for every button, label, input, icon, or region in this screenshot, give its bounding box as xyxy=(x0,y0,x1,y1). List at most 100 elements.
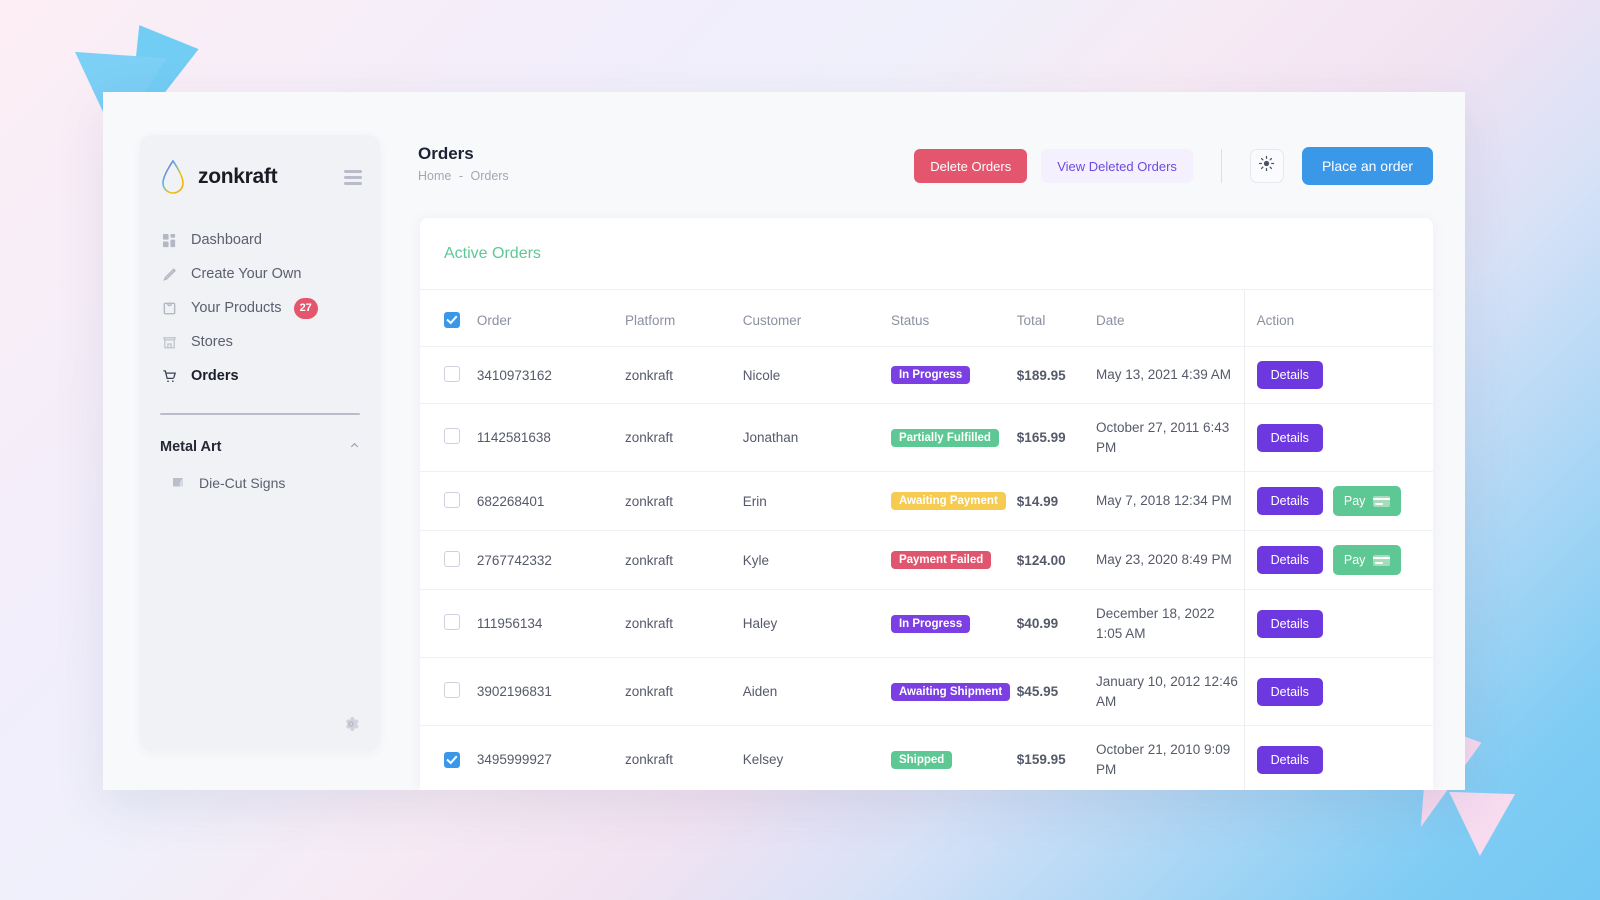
row-select-cell xyxy=(420,590,477,658)
details-button[interactable]: Details xyxy=(1256,361,1323,389)
pay-button-label: Pay xyxy=(1343,494,1366,509)
title-block: Orders Home - Orders xyxy=(418,142,509,183)
details-button[interactable]: Details xyxy=(1256,546,1323,575)
orders-table-body: 3410973162 zonkraft Nicole In Progress $189.… xyxy=(420,346,1433,790)
cell-date: December 18, 2022 1:05 AM xyxy=(1095,606,1215,641)
cell-customer: Kelsey xyxy=(742,752,784,768)
cell-order: 1142581638 xyxy=(476,430,551,446)
sidebar-item-your-products[interactable]: Your Products 27 xyxy=(140,291,380,325)
table-row[interactable]: 3410973162 zonkraft Nicole In Progress $189.… xyxy=(420,346,1433,404)
status-badge: Partially Fulfilled xyxy=(890,428,999,447)
cell-date: January 10, 2012 12:46 AM xyxy=(1095,674,1238,709)
row-checkbox[interactable] xyxy=(444,614,460,631)
sidebar-item-label: Your Products xyxy=(191,300,282,316)
cell-customer: Jonathan xyxy=(742,430,799,446)
row-select-cell xyxy=(420,531,477,590)
sidebar-item-label: Orders xyxy=(191,368,239,384)
cell-status: Awaiting Payment xyxy=(890,472,1017,531)
column-header-total[interactable]: Total xyxy=(1017,290,1096,347)
orders-table: Order Platform Customer Status Total Dat… xyxy=(420,290,1433,790)
details-button[interactable]: Details xyxy=(1256,609,1323,638)
cell-status: Awaiting Shipment xyxy=(890,658,1017,726)
credit-card-icon xyxy=(1373,554,1391,566)
details-button[interactable]: Details xyxy=(1256,677,1323,706)
cell-date: October 27, 2011 6:43 PM xyxy=(1095,420,1230,455)
pay-button[interactable]: Pay xyxy=(1332,545,1402,576)
cell-action: Details xyxy=(1243,589,1433,658)
select-all-checkbox[interactable] xyxy=(444,312,460,328)
view-deleted-orders-button[interactable]: View Deleted Orders xyxy=(1041,149,1193,183)
credit-card-icon xyxy=(1373,495,1391,507)
pay-button[interactable]: Pay xyxy=(1332,486,1402,517)
details-button[interactable]: Details xyxy=(1256,423,1323,452)
place-an-order-button[interactable]: Place an order xyxy=(1301,147,1433,185)
status-badge: In Progress xyxy=(890,614,971,633)
cell-platform: zonkraft xyxy=(625,616,674,632)
sidebar: zonkraft Dashboard Create Your Own Your … xyxy=(140,135,380,751)
breadcrumb-current: Orders xyxy=(470,169,509,183)
column-header-platform[interactable]: Platform xyxy=(625,290,743,347)
sidebar-group-metal-art[interactable]: Metal Art xyxy=(140,427,380,467)
row-checkbox[interactable] xyxy=(444,550,460,567)
status-badge: In Progress xyxy=(890,366,971,384)
decorative-triangle-pink-2 xyxy=(1446,791,1516,858)
row-select-cell xyxy=(420,404,477,472)
brand-header: zonkraft xyxy=(140,135,380,197)
table-row[interactable]: 3495999927 zonkraft Kelsey Shipped $159.95 Oc… xyxy=(420,725,1433,790)
grid-icon xyxy=(160,231,178,249)
cell-date: May 7, 2018 12:34 PM xyxy=(1095,493,1232,509)
shirt-icon xyxy=(160,299,178,317)
cell-total: $40.99 xyxy=(1016,616,1059,632)
column-header-customer[interactable]: Customer xyxy=(743,290,891,347)
table-row[interactable]: 682268401 zonkraft Erin Awaiting Payment $14… xyxy=(420,471,1433,531)
cell-total: $189.95 xyxy=(1016,367,1066,383)
cell-customer: Kyle xyxy=(742,552,770,568)
status-badge: Payment Failed xyxy=(890,551,992,570)
column-header-date[interactable]: Date xyxy=(1096,290,1244,347)
row-checkbox[interactable] xyxy=(444,751,460,768)
breadcrumb: Home - Orders xyxy=(418,169,509,183)
table-row[interactable]: 2767742332 zonkraft Kyle Payment Failed $124… xyxy=(420,530,1433,590)
cell-order: 2767742332 xyxy=(476,552,552,568)
breadcrumb-home[interactable]: Home xyxy=(418,169,451,183)
page-title: Orders xyxy=(418,144,474,163)
row-checkbox[interactable] xyxy=(444,682,460,699)
hamburger-icon[interactable] xyxy=(344,169,362,185)
column-header-status[interactable]: Status xyxy=(891,290,1017,347)
gear-icon[interactable] xyxy=(342,715,360,733)
cell-platform: zonkraft xyxy=(625,367,674,383)
theme-toggle-button[interactable] xyxy=(1249,149,1284,183)
sidebar-subitem-label: Die-Cut Signs xyxy=(199,475,286,491)
store-icon xyxy=(160,333,178,351)
table-row[interactable]: 1142581638 zonkraft Jonathan Partially Fulf… xyxy=(420,403,1433,472)
column-header-order[interactable]: Order xyxy=(477,290,625,347)
card-title: Active Orders xyxy=(444,245,541,262)
cell-platform: zonkraft xyxy=(625,493,674,509)
table-row[interactable]: 3902196831 zonkraft Aiden Awaiting Shipment… xyxy=(420,657,1433,726)
sidebar-item-create-your-own[interactable]: Create Your Own xyxy=(140,257,380,291)
sidebar-item-dashboard[interactable]: Dashboard xyxy=(140,223,380,257)
sidebar-item-stores[interactable]: Stores xyxy=(140,325,380,359)
status-badge: Shipped xyxy=(890,750,953,769)
breadcrumb-separator: - xyxy=(458,169,463,183)
cell-action: Details xyxy=(1243,346,1433,404)
chevron-up-icon[interactable] xyxy=(349,440,360,454)
cell-action: Details xyxy=(1243,725,1433,790)
cell-platform: zonkraft xyxy=(625,430,674,446)
orders-card: Active Orders Order Platform Customer St… xyxy=(420,218,1433,790)
cell-date: October 21, 2010 9:09 PM xyxy=(1095,742,1231,777)
row-checkbox[interactable] xyxy=(444,428,460,445)
cell-order: 682268401 xyxy=(476,493,545,509)
row-checkbox[interactable] xyxy=(444,365,460,382)
cell-order: 3902196831 xyxy=(476,684,552,700)
row-checkbox[interactable] xyxy=(444,491,460,508)
delete-orders-button[interactable]: Delete Orders xyxy=(914,149,1028,183)
cell-status: Payment Failed xyxy=(890,531,1017,590)
details-button[interactable]: Details xyxy=(1256,745,1323,774)
app-window: zonkraft Dashboard Create Your Own Your … xyxy=(103,92,1465,790)
table-row[interactable]: 111956134 zonkraft Haley In Progress $40.99 D… xyxy=(420,589,1433,658)
row-select-cell xyxy=(420,347,477,404)
sidebar-item-orders[interactable]: Orders xyxy=(140,359,380,393)
sidebar-subitem-die-cut-signs[interactable]: Die-Cut Signs xyxy=(140,467,380,499)
details-button[interactable]: Details xyxy=(1256,487,1323,516)
